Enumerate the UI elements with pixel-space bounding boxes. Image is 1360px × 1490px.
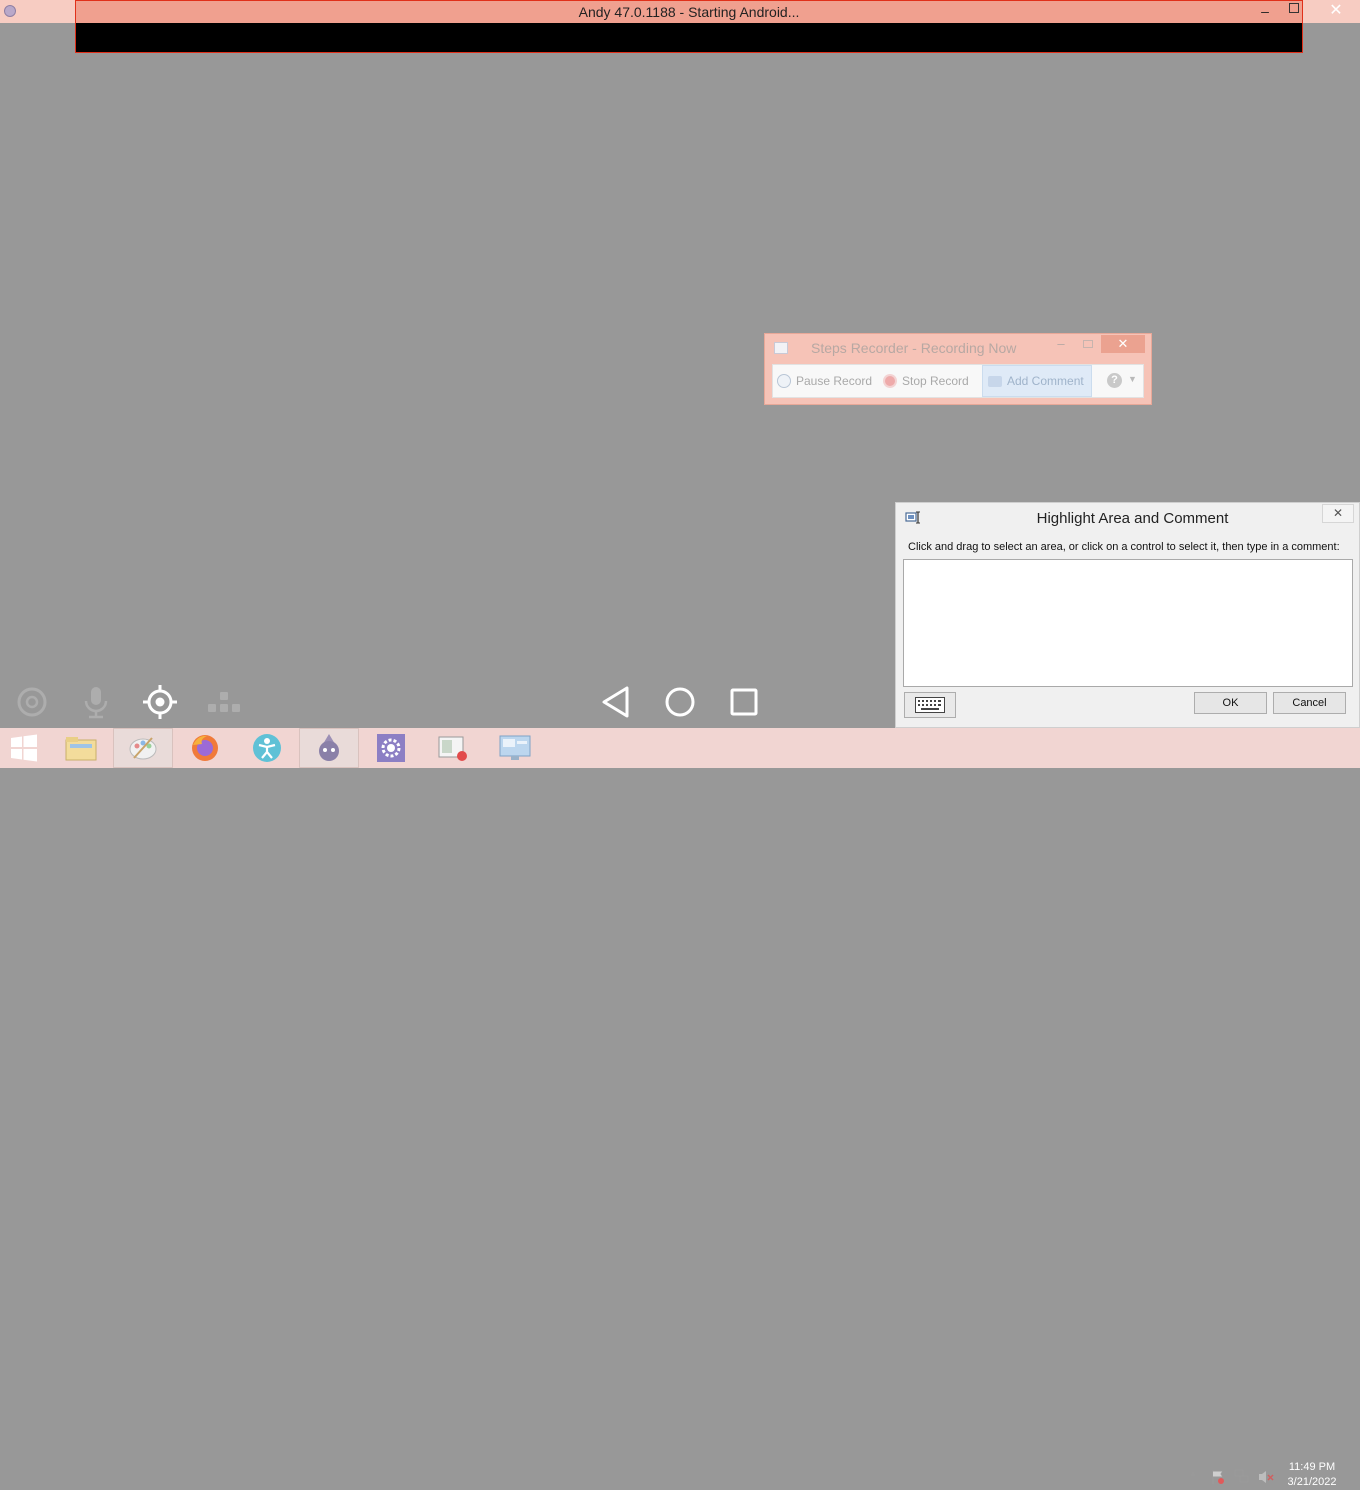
microphone-icon[interactable] <box>78 684 114 720</box>
comment-textarea[interactable] <box>903 559 1353 687</box>
pause-icon <box>777 374 791 388</box>
folder-icon <box>65 737 97 761</box>
steps-maximize-button[interactable] <box>1083 340 1093 348</box>
andy-maximize-button[interactable] <box>1289 3 1299 13</box>
taskbar-settings[interactable] <box>361 728 421 768</box>
start-button[interactable] <box>0 728 48 768</box>
remote-desktop-icon <box>499 735 531 760</box>
andy-minimize-button[interactable]: – <box>1258 4 1272 18</box>
stop-record-button[interactable]: Stop Record <box>883 365 977 397</box>
paint-palette-icon <box>129 737 157 760</box>
dialog-close-button[interactable]: ✕ <box>1322 504 1354 523</box>
stop-icon <box>883 374 897 388</box>
add-comment-label: Add Comment <box>1007 374 1084 388</box>
windows-logo-icon <box>11 734 37 762</box>
dialog-instruction: Click and drag to select an area, or cli… <box>908 541 1340 553</box>
recents-icon[interactable] <box>726 684 762 720</box>
cancel-button[interactable]: Cancel <box>1273 692 1346 714</box>
taskbar-remote-desktop[interactable] <box>485 728 545 768</box>
action-center-flag-icon[interactable] <box>1210 1469 1226 1485</box>
comment-icon <box>988 375 1002 387</box>
accessibility-icon <box>253 734 281 762</box>
screen-record-icon <box>438 736 467 761</box>
home-icon[interactable] <box>662 684 698 720</box>
gps-target-icon[interactable] <box>142 684 178 720</box>
firefox-icon <box>192 735 218 761</box>
taskbar-clock[interactable]: 11:49 PM 3/21/2022 <box>1282 1460 1342 1490</box>
andy-icon <box>319 734 339 761</box>
steps-recorder-icon <box>774 342 788 354</box>
pause-record-label: Pause Record <box>796 374 873 388</box>
clock-time: 11:49 PM <box>1288 1461 1336 1473</box>
steps-close-button[interactable]: ✕ <box>1101 335 1145 353</box>
andy-app-icon <box>4 5 16 17</box>
taskbar-firefox[interactable] <box>175 728 235 768</box>
help-dropdown-icon[interactable]: ▼ <box>1128 374 1137 384</box>
pause-record-button[interactable]: Pause Record <box>777 365 877 397</box>
andy-titlebar[interactable]: Andy 47.0.1188 - Starting Android... – <box>75 0 1303 23</box>
steps-minimize-button[interactable]: – <box>1053 336 1069 351</box>
taskbar-file-explorer[interactable] <box>51 728 111 768</box>
back-icon[interactable] <box>598 684 634 720</box>
on-screen-keyboard-button[interactable] <box>904 692 956 718</box>
taskbar-andy-app[interactable] <box>299 728 359 768</box>
steps-recorder-window: Steps Recorder - Recording Now – ✕ Pause… <box>764 333 1152 405</box>
dialog-title: Highlight Area and Comment <box>1036 510 1229 527</box>
taskbar: ▲ 11:49 PM 3/21/2022 <box>0 728 1360 1488</box>
camera-icon[interactable] <box>14 684 50 720</box>
gear-icon <box>377 734 405 762</box>
andy-window-title: Andy 47.0.1188 - Starting Android... <box>578 4 800 20</box>
add-comment-button[interactable]: Add Comment <box>982 365 1092 397</box>
clock-date: 3/21/2022 <box>1287 1476 1337 1488</box>
keymap-icon[interactable] <box>206 684 242 720</box>
speaker-muted-icon[interactable] <box>1258 1469 1274 1485</box>
taskbar-screen-recorder[interactable] <box>423 728 483 768</box>
highlight-comment-dialog: Highlight Area and Comment ✕ Click and d… <box>895 502 1360 728</box>
help-icon[interactable]: ? <box>1107 373 1122 388</box>
taskbar-accessibility-app[interactable] <box>237 728 297 768</box>
tray-overflow-arrow[interactable]: ▲ <box>1188 1468 1198 1479</box>
taskbar-paint[interactable] <box>113 728 173 768</box>
steps-toolbar: Pause Record Stop Record Add Comment ? ▼ <box>772 364 1144 398</box>
andy-emulator-screen[interactable] <box>75 23 1303 53</box>
ok-button[interactable]: OK <box>1194 692 1267 714</box>
andy-close-button[interactable]: ✕ <box>1312 0 1360 23</box>
stop-record-label: Stop Record <box>902 374 969 388</box>
network-icon[interactable] <box>1234 1468 1250 1484</box>
keyboard-icon <box>915 697 945 713</box>
steps-recorder-title: Steps Recorder - Recording Now <box>811 340 1017 356</box>
